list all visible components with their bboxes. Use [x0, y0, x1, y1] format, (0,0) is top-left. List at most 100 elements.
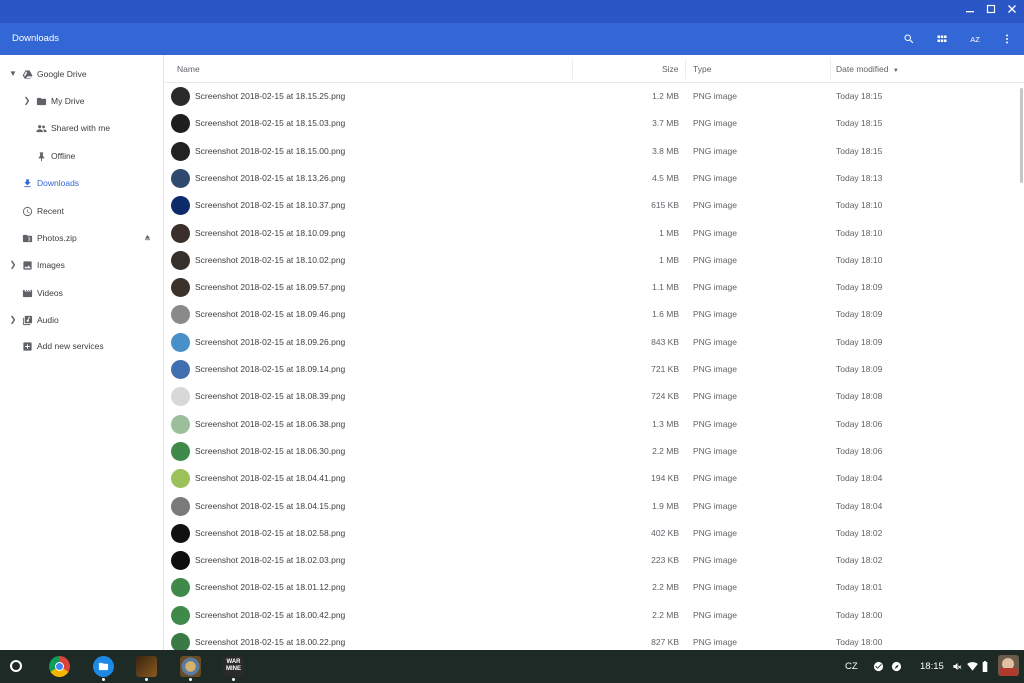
file-thumbnail [171, 441, 190, 461]
table-row[interactable]: Screenshot 2018-02-15 at 18.09.57.png 1.1… [165, 274, 1024, 301]
table-row[interactable]: Screenshot 2018-02-15 at 18.13.26.png 4.5… [165, 165, 1024, 192]
eject-icon[interactable] [143, 233, 152, 242]
table-row[interactable]: Screenshot 2018-02-15 at 18.15.25.png 1.2… [165, 83, 1024, 110]
sidebar-item-label: Offline [51, 151, 76, 161]
file-type: PNG image [693, 91, 737, 101]
table-row[interactable]: Screenshot 2018-02-15 at 18.00.22.png 827… [165, 629, 1024, 650]
sidebar-item-photos-zip[interactable]: Photos.zip [0, 225, 164, 252]
sidebar-item-my-drive[interactable]: ❯ My Drive [0, 88, 164, 115]
table-row[interactable]: Screenshot 2018-02-15 at 18.15.03.png 3.7… [165, 110, 1024, 137]
wifi-icon[interactable] [967, 661, 978, 672]
clock[interactable]: 18:15 [920, 650, 944, 683]
launcher-icon[interactable] [10, 660, 22, 672]
sidebar-item-google-drive[interactable]: ▼ Google Drive [0, 61, 164, 88]
file-type: PNG image [693, 473, 737, 484]
more-vert-icon[interactable] [999, 31, 1015, 47]
battery-icon[interactable] [982, 661, 989, 672]
column-divider[interactable] [572, 59, 573, 79]
hearthstone-app-icon[interactable] [180, 656, 201, 677]
sort-az-icon[interactable]: AZ [966, 31, 984, 47]
table-row[interactable]: Screenshot 2018-02-15 at 18.10.09.png 1 M… [165, 220, 1024, 247]
table-row[interactable]: Screenshot 2018-02-15 at 18.02.03.png 223… [165, 547, 1024, 574]
game-app-icon[interactable] [136, 656, 157, 677]
column-divider[interactable] [830, 59, 831, 79]
file-thumbnail [171, 87, 190, 106]
sidebar-item-label: Shared with me [51, 123, 111, 133]
sort-desc-icon: ▼ [892, 68, 899, 74]
table-row[interactable]: Screenshot 2018-02-15 at 18.09.26.png 843… [165, 329, 1024, 356]
file-name: Screenshot 2018-02-15 at 18.02.58.png [195, 527, 346, 538]
file-size: 1.6 MB [652, 309, 679, 320]
running-indicator [145, 678, 148, 681]
maximize-icon[interactable] [983, 3, 999, 19]
column-header-size[interactable]: Size [662, 55, 679, 83]
file-thumbnail [171, 496, 190, 516]
file-name: Screenshot 2018-02-15 at 18.00.42.png [195, 609, 346, 620]
table-row[interactable]: Screenshot 2018-02-15 at 18.10.37.png 615… [165, 192, 1024, 219]
table-row[interactable]: Screenshot 2018-02-15 at 18.09.46.png 1.6… [165, 301, 1024, 328]
file-type: PNG image [693, 527, 737, 538]
sidebar-item-offline[interactable]: Offline [0, 143, 164, 170]
sidebar-item-shared-with-me[interactable]: Shared with me [0, 115, 164, 142]
table-row[interactable]: Screenshot 2018-02-15 at 18.06.38.png 1.3… [165, 411, 1024, 438]
avatar[interactable] [998, 655, 1019, 676]
sidebar-item-videos[interactable]: Videos [0, 280, 164, 307]
table-row[interactable]: Screenshot 2018-02-15 at 18.10.02.png 1 M… [165, 247, 1024, 274]
file-date-modified: Today 18:04 [836, 473, 883, 484]
file-type: PNG image [693, 200, 737, 211]
file-date-modified: Today 18:09 [836, 282, 883, 293]
column-header-date-modified[interactable]: Date modified ▼ [836, 55, 899, 85]
file-thumbnail [171, 141, 190, 161]
sidebar-item-audio[interactable]: ❯ Audio [0, 307, 164, 334]
minimize-icon[interactable] [962, 3, 978, 19]
column-divider[interactable] [685, 59, 686, 79]
file-thumbnail [171, 114, 190, 134]
chevron-right-icon[interactable]: ❯ [8, 260, 18, 270]
sidebar-item-label: Google Drive [37, 69, 87, 79]
table-row[interactable]: Screenshot 2018-02-15 at 18.06.30.png 2.2… [165, 438, 1024, 465]
table-row[interactable]: Screenshot 2018-02-15 at 18.04.41.png 194… [165, 465, 1024, 492]
compass-icon[interactable] [891, 661, 902, 672]
file-name: Screenshot 2018-02-15 at 18.10.37.png [195, 200, 346, 211]
chevron-right-icon[interactable]: ❯ [8, 315, 18, 325]
zip-icon [22, 233, 33, 244]
this-war-of-mine-app-icon[interactable]: WAR MINE [223, 656, 244, 677]
file-size: 2.2 MB [652, 445, 679, 456]
table-row[interactable]: Screenshot 2018-02-15 at 18.09.14.png 721… [165, 356, 1024, 383]
sidebar-item-downloads[interactable]: Downloads [0, 170, 164, 197]
search-icon[interactable] [901, 31, 917, 47]
table-row[interactable]: Screenshot 2018-02-15 at 18.08.39.png 724… [165, 383, 1024, 410]
scrollbar-thumb[interactable] [1020, 88, 1023, 183]
file-type: PNG image [693, 254, 737, 265]
table-row[interactable]: Screenshot 2018-02-15 at 18.04.15.png 1.9… [165, 493, 1024, 520]
chevron-right-icon[interactable]: ❯ [22, 96, 32, 106]
file-type: PNG image [693, 336, 737, 347]
file-type: PNG image [693, 118, 737, 129]
column-header-name[interactable]: Name [177, 55, 200, 83]
file-thumbnail [171, 387, 190, 407]
chevron-down-icon[interactable]: ▼ [8, 69, 18, 79]
file-date-modified: Today 18:09 [836, 336, 883, 347]
column-header-type[interactable]: Type [693, 55, 711, 83]
table-row[interactable]: Screenshot 2018-02-15 at 18.15.00.png 3.8… [165, 138, 1024, 165]
check-circle-icon[interactable] [873, 661, 884, 672]
sidebar-item-label: Audio [37, 315, 59, 325]
sidebar-item-add-new-services[interactable]: Add new services [0, 333, 164, 360]
folder-drive-icon [36, 96, 47, 107]
sidebar-item-recent[interactable]: Recent [0, 198, 164, 225]
files-icon[interactable] [93, 656, 114, 677]
navigation-sidebar: ▼ Google Drive ❯ My Drive Shared with me… [0, 55, 164, 650]
file-name: Screenshot 2018-02-15 at 18.15.00.png [195, 145, 346, 156]
file-date-modified: Today 18:09 [836, 309, 883, 320]
grid-view-icon[interactable] [934, 31, 950, 47]
file-thumbnail [171, 250, 190, 270]
table-row[interactable]: Screenshot 2018-02-15 at 18.02.58.png 402… [165, 520, 1024, 547]
sidebar-item-label: Add new services [37, 341, 104, 351]
table-row[interactable]: Screenshot 2018-02-15 at 18.00.42.png 2.2… [165, 602, 1024, 629]
volume-muted-icon[interactable] [952, 661, 963, 672]
chrome-icon[interactable] [49, 656, 70, 677]
ime-indicator[interactable]: CZ [845, 650, 858, 683]
table-row[interactable]: Screenshot 2018-02-15 at 18.01.12.png 2.2… [165, 574, 1024, 601]
close-icon[interactable] [1004, 3, 1020, 19]
sidebar-item-images[interactable]: ❯ Images [0, 252, 164, 279]
